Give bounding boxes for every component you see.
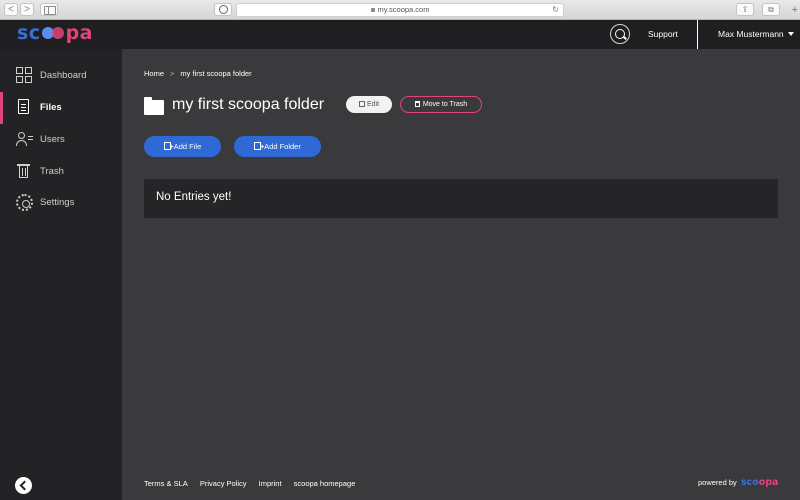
edit-icon	[358, 101, 365, 107]
add-folder-icon	[254, 137, 264, 158]
url-text: my.scoopa.com	[377, 5, 430, 14]
reader-mode-icon[interactable]	[214, 3, 232, 16]
file-icon	[16, 99, 33, 116]
sidebar-item-dashboard[interactable]: Dashboard	[0, 60, 122, 92]
add-file-icon	[163, 137, 174, 158]
sidebar-item-users[interactable]: Users	[0, 124, 122, 156]
trash-icon	[16, 163, 33, 180]
trash-icon	[414, 101, 420, 107]
breadcrumb: Home > my first scoopa folder	[144, 69, 252, 78]
forward-button[interactable]: >	[20, 3, 34, 16]
sidebar: Dashboard Files Users Trash Settings	[0, 49, 129, 500]
breadcrumb-current: my first scoopa folder	[180, 69, 252, 78]
sidebar-item-settings[interactable]: Settings	[0, 187, 122, 219]
sidebar-item-files[interactable]: Files	[0, 92, 129, 124]
app-header: sc pa Support Max Mustermann	[0, 20, 800, 49]
chevron-down-icon	[787, 32, 794, 36]
active-pointer	[122, 101, 129, 115]
page-title: my first scoopa folder	[172, 96, 325, 113]
sidebar-item-label: Settings	[40, 197, 75, 208]
gear-icon	[16, 194, 33, 211]
edit-button[interactable]: Edit	[346, 96, 392, 113]
sidebar-item-label: Files	[40, 102, 62, 113]
header-divider	[697, 20, 698, 49]
collapse-sidebar-icon[interactable]	[15, 477, 32, 494]
users-icon	[16, 131, 33, 148]
move-to-trash-button[interactable]: Move to Trash	[400, 96, 482, 113]
add-folder-button[interactable]: Add Folder	[234, 136, 321, 158]
lock-icon	[370, 8, 375, 12]
footer-link-terms[interactable]: Terms & SLA	[144, 479, 188, 488]
address-bar[interactable]: my.scoopa.com ↻	[236, 3, 564, 17]
sidebar-item-label: Dashboard	[40, 70, 87, 81]
footer-link-imprint[interactable]: Imprint	[259, 479, 282, 488]
add-file-button[interactable]: Add File	[144, 136, 221, 158]
powered-by[interactable]: powered by scoopa	[698, 477, 778, 488]
footer-link-privacy[interactable]: Privacy Policy	[200, 479, 247, 488]
empty-state-message: No Entries yet!	[156, 191, 232, 203]
entries-panel: No Entries yet!	[144, 179, 778, 218]
reload-icon[interactable]: ↻	[552, 4, 559, 16]
show-sidebar-icon[interactable]	[40, 3, 58, 16]
new-tab-icon[interactable]: +	[792, 5, 798, 16]
share-icon[interactable]: ⇪	[736, 3, 754, 16]
sidebar-item-label: Users	[40, 134, 65, 145]
dashboard-grid-icon	[16, 67, 33, 84]
active-indicator	[0, 92, 3, 124]
back-button[interactable]: <	[4, 3, 18, 16]
user-menu[interactable]: Max Mustermann	[718, 29, 794, 39]
search-icon[interactable]	[610, 24, 630, 44]
sidebar-item-trash[interactable]: Trash	[0, 156, 122, 188]
sidebar-item-label: Trash	[40, 166, 64, 177]
chevron-right-icon: >	[170, 69, 175, 78]
logo-circles-icon	[41, 27, 65, 39]
browser-toolbar: < > my.scoopa.com ↻ ⇪ ⧉ +	[0, 0, 800, 20]
scoopa-mini-logo: scoopa	[740, 477, 779, 488]
scoopa-logo[interactable]: sc pa	[17, 22, 93, 44]
tabs-overview-icon[interactable]: ⧉	[762, 3, 780, 16]
support-link[interactable]: Support	[648, 29, 678, 39]
footer-links: Terms & SLA Privacy Policy Imprint scoop…	[144, 479, 365, 488]
breadcrumb-home[interactable]: Home	[144, 69, 164, 78]
footer-link-homepage[interactable]: scoopa homepage	[294, 479, 356, 488]
folder-icon	[144, 97, 164, 115]
